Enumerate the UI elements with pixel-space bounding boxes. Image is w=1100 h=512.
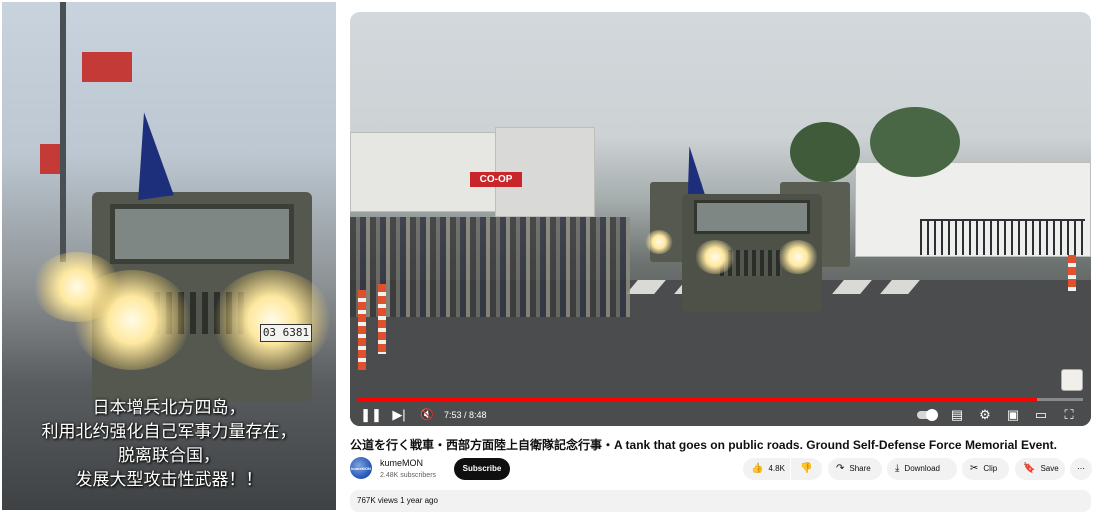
theater-icon[interactable]: ▭: [1031, 404, 1051, 426]
store-sign: [82, 52, 132, 82]
dislike-button[interactable]: 👎: [791, 458, 822, 480]
channel-name[interactable]: kumeMON: [380, 458, 423, 468]
flag: [126, 109, 174, 201]
channel-avatar[interactable]: kumeMON: [350, 457, 372, 479]
traffic-pole: [1068, 255, 1076, 291]
caption-line: 发展大型攻击性武器！！: [75, 470, 263, 490]
view-count-and-date: 767K views 1 year ago: [357, 496, 438, 505]
headlight-right: [778, 240, 818, 274]
subscribe-button[interactable]: Subscribe: [454, 458, 510, 480]
like-button[interactable]: 👍 4.8K: [743, 458, 790, 480]
miniplayer-icon[interactable]: ▣: [1003, 404, 1023, 426]
scissors-icon: ✂: [970, 463, 979, 474]
headlight-far: [645, 230, 673, 254]
volume-mute-icon[interactable]: 🔇: [416, 404, 438, 426]
utility-pole: [60, 2, 66, 262]
caption-line: 日本增兵北方四岛，: [92, 398, 246, 418]
screen: 03 6381 日本增兵北方四岛， 利用北约强化自己军事力量存在， 脱离联合国，…: [0, 0, 1100, 512]
store-sign-small: [40, 144, 60, 174]
tree: [870, 107, 960, 177]
player-controls: ❚❚ ▶| 🔇 7:53 / 8:48 ▤ ⚙ ▣ ▭ ⛶: [350, 404, 1091, 426]
traffic-pole: [378, 284, 386, 354]
save-label: Save: [1040, 464, 1059, 473]
windshield: [110, 204, 294, 264]
headlight-left: [695, 240, 735, 274]
subtitles-icon[interactable]: ▤: [947, 404, 967, 426]
download-button[interactable]: ⤓ Download: [887, 458, 957, 480]
download-label: Download: [904, 464, 940, 473]
caption-line: 脱离联合国，: [118, 446, 220, 466]
license-plate: 03 6381: [260, 324, 312, 342]
autoplay-toggle[interactable]: [917, 409, 938, 421]
fullscreen-icon[interactable]: ⛶: [1059, 404, 1079, 426]
description-box[interactable]: 767K views 1 year ago: [350, 490, 1091, 512]
progress-bar[interactable]: [358, 398, 1083, 401]
store-sign: CO-OP: [470, 172, 522, 187]
subscriber-count: 2.48K subscribers: [380, 472, 437, 479]
video-title: 公道を行く戦車・西部方面陸上自衛隊記念行事・A tank that goes o…: [350, 438, 1057, 452]
share-button[interactable]: ↷ Share: [828, 458, 882, 480]
like-count: 4.8K: [768, 464, 785, 473]
tree: [790, 122, 860, 182]
left-video-frame[interactable]: 03 6381 日本增兵北方四岛， 利用北约强化自己军事力量存在， 脱离联合国，…: [2, 2, 336, 510]
save-button[interactable]: 🔖 Save: [1015, 458, 1065, 480]
more-actions-button[interactable]: ⋯: [1070, 458, 1092, 480]
gear-icon[interactable]: ⚙: [975, 404, 995, 426]
fence: [920, 219, 1085, 255]
dislike-icon: 👎: [800, 463, 813, 474]
bookmark-icon: 🔖: [1023, 463, 1036, 474]
channel-watermark[interactable]: [1061, 369, 1083, 391]
windshield: [694, 200, 810, 234]
video-player[interactable]: CO-OP ❚❚ ▶| 🔇 7:53 / 8:48 ▤ ⚙ ▣ ▭ ⛶: [350, 12, 1091, 426]
next-icon[interactable]: ▶|: [388, 404, 410, 426]
download-icon: ⤓: [895, 463, 900, 474]
clip-button[interactable]: ✂ Clip: [962, 458, 1009, 480]
spectator-crowd: [350, 217, 630, 317]
like-icon: 👍: [751, 463, 764, 474]
headlight-far: [32, 252, 122, 322]
pause-icon[interactable]: ❚❚: [360, 404, 382, 426]
avatar-label: kumeMON: [351, 466, 371, 471]
caption-line: 利用北约强化自己军事力量存在，: [41, 422, 297, 442]
time-display: 7:53 / 8:48: [444, 410, 487, 420]
clip-label: Clip: [983, 464, 998, 473]
more-icon: ⋯: [1077, 464, 1085, 473]
video-caption: 日本增兵北方四岛， 利用北约强化自己军事力量存在， 脱离联合国， 发展大型攻击性…: [2, 396, 336, 492]
headlight-right: [212, 270, 332, 370]
share-label: Share: [849, 464, 871, 473]
share-icon: ↷: [836, 463, 845, 474]
progress-fill: [358, 398, 1038, 401]
traffic-pole: [358, 290, 366, 370]
